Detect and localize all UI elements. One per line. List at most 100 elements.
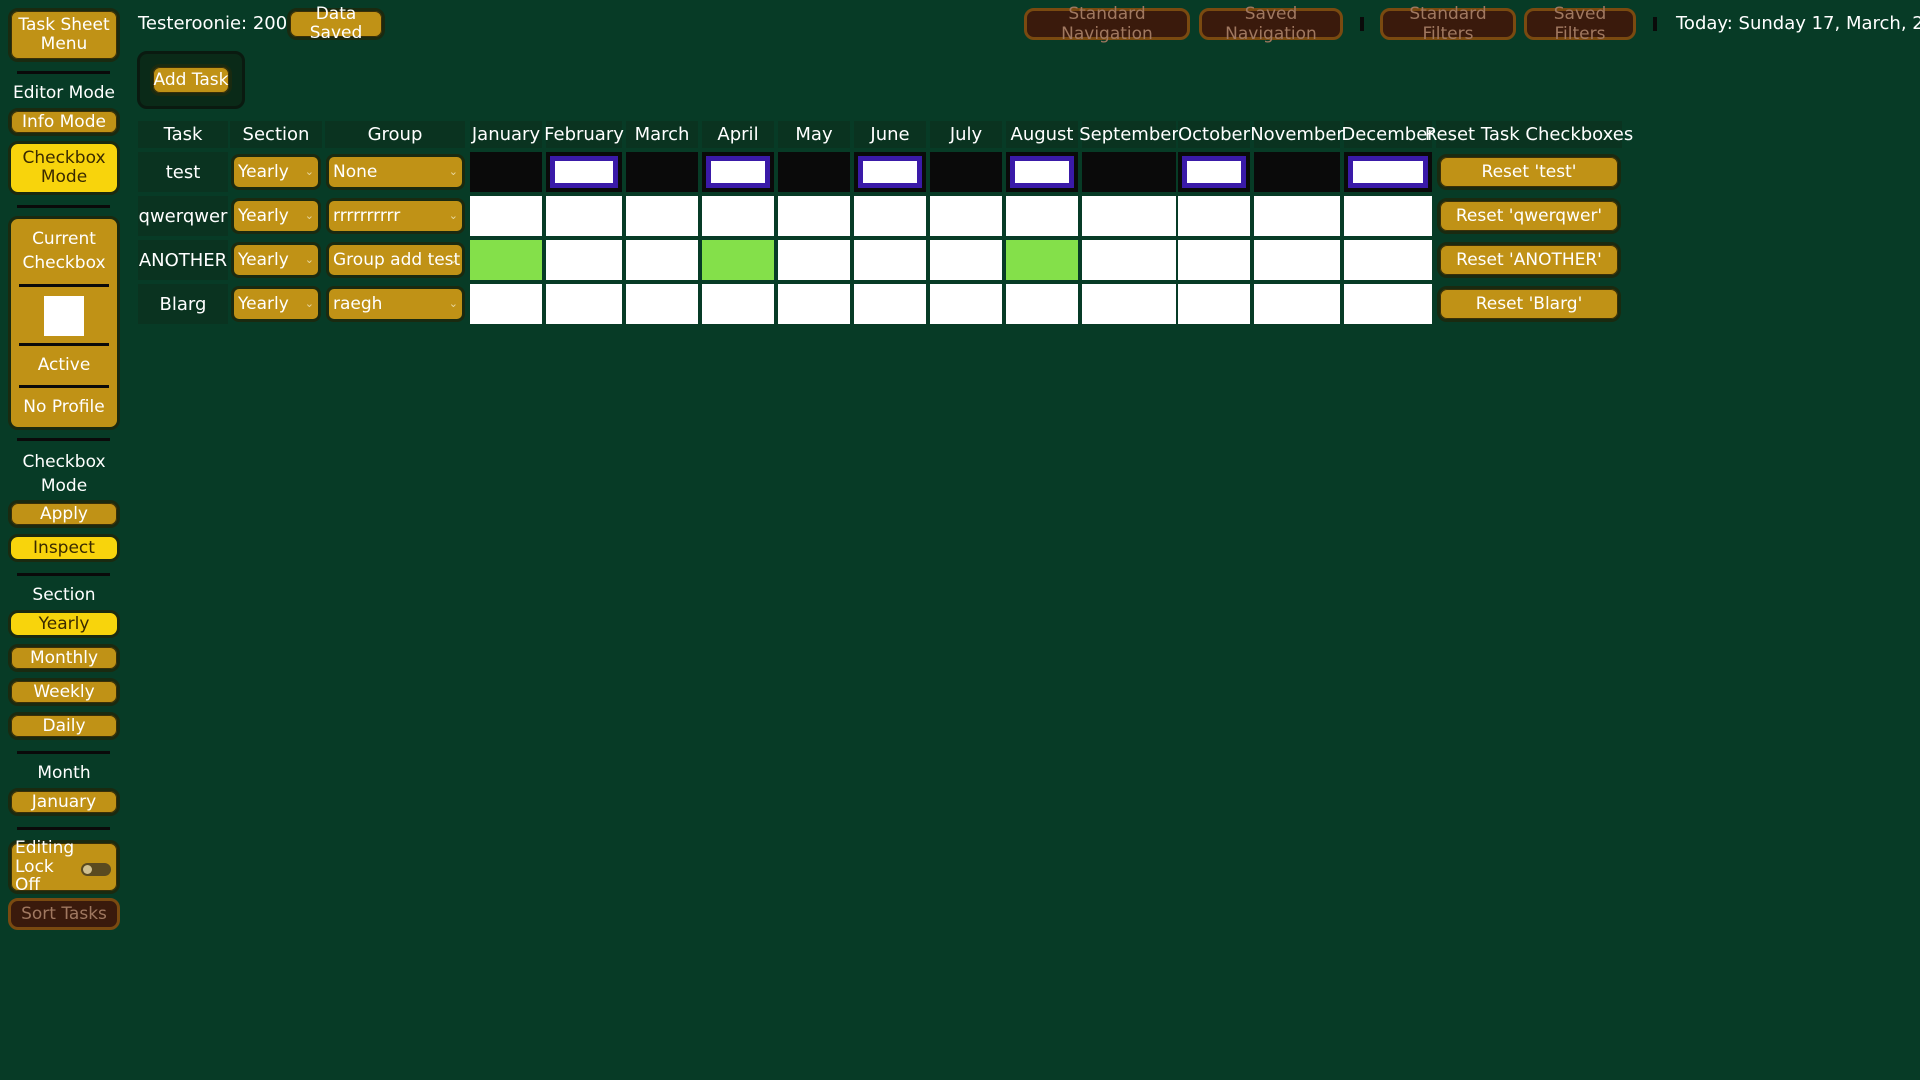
group-select[interactable]: rrrrrrrrrr ⌄ — [326, 198, 465, 234]
month-checkbox-cell[interactable] — [1344, 152, 1432, 192]
group-select-value: raegh — [333, 294, 383, 314]
user-label: Testeroonie: 2000 — [138, 13, 299, 34]
reset-task-button[interactable]: Reset 'qwerqwer' — [1437, 198, 1621, 234]
task-sheet-menu-button[interactable]: Task Sheet Menu — [8, 8, 120, 62]
month-checkbox-cell[interactable] — [1006, 240, 1078, 280]
inspect-button[interactable]: Inspect — [8, 534, 120, 562]
section-select[interactable]: Yearly ⌄ — [231, 198, 321, 234]
month-checkbox-cell[interactable] — [778, 196, 850, 236]
section-yearly-button[interactable]: Yearly — [8, 610, 120, 638]
group-select[interactable]: Group add test ⌄ — [326, 242, 465, 278]
month-checkbox-cell[interactable] — [1178, 284, 1250, 324]
saved-filters-button[interactable]: Saved Filters — [1524, 4, 1636, 44]
reset-task-button[interactable]: Reset 'Blarg' — [1437, 286, 1621, 322]
column-header: May — [778, 121, 850, 148]
group-select[interactable]: None ⌄ — [326, 154, 465, 190]
standard-navigation-button[interactable]: Standard Navigation — [1024, 4, 1190, 44]
reset-task-label: Reset 'test' — [1481, 161, 1577, 182]
month-checkbox-cell[interactable] — [702, 284, 774, 324]
toggle-switch-icon — [81, 863, 111, 876]
apply-label: Apply — [40, 503, 88, 524]
month-checkbox-cell[interactable] — [470, 284, 542, 324]
column-header: August — [1006, 121, 1078, 148]
sort-tasks-label: Sort Tasks — [21, 904, 107, 924]
month-checkbox-cell[interactable] — [930, 284, 1002, 324]
section-select[interactable]: Yearly ⌄ — [231, 286, 321, 322]
section-select-value: Yearly — [238, 162, 289, 182]
month-checkbox-cell[interactable] — [1178, 152, 1250, 192]
column-header: March — [626, 121, 698, 148]
month-checkbox-cell[interactable] — [1344, 196, 1432, 236]
section-daily-button[interactable]: Daily — [8, 712, 120, 740]
month-checkbox-cell[interactable] — [702, 196, 774, 236]
data-saved-button[interactable]: Data Saved — [287, 5, 385, 42]
month-checkbox-cell[interactable] — [930, 240, 1002, 280]
month-checkbox-cell[interactable] — [1082, 284, 1176, 324]
month-checkbox-cell[interactable] — [854, 284, 926, 324]
standard-filters-button[interactable]: Standard Filters — [1380, 4, 1516, 44]
checkbox-mode-button[interactable]: Checkbox Mode — [8, 141, 120, 195]
month-checkbox-cell[interactable] — [626, 152, 698, 192]
month-checkbox-cell[interactable] — [1254, 284, 1340, 324]
month-select-button[interactable]: January — [8, 788, 120, 816]
section-select[interactable]: Yearly ⌄ — [231, 154, 321, 190]
month-checkbox-cell[interactable] — [1254, 240, 1340, 280]
reset-task-button[interactable]: Reset 'test' — [1437, 154, 1621, 190]
month-checkbox-cell[interactable] — [854, 240, 926, 280]
month-checkbox-cell[interactable] — [854, 196, 926, 236]
month-checkbox-cell[interactable] — [854, 152, 926, 192]
editing-lock-toggle[interactable]: Editing Lock Off — [8, 839, 120, 895]
month-checkbox-cell[interactable] — [778, 284, 850, 324]
section-weekly-button[interactable]: Weekly — [8, 678, 120, 706]
month-checkbox-cell[interactable] — [470, 152, 542, 192]
month-checkbox-cell[interactable] — [1006, 196, 1078, 236]
month-checkbox-cell[interactable] — [702, 152, 774, 192]
toolbar-divider — [1653, 17, 1657, 31]
month-checkbox-cell[interactable] — [626, 284, 698, 324]
sort-tasks-button[interactable]: Sort Tasks — [8, 898, 120, 930]
saved-navigation-button[interactable]: Saved Navigation — [1199, 4, 1343, 44]
section-select-value: Yearly — [238, 206, 289, 226]
month-checkbox-cell[interactable] — [546, 196, 622, 236]
month-checkbox-cell[interactable] — [470, 196, 542, 236]
month-checkbox-cell[interactable] — [1344, 284, 1432, 324]
month-checkbox-cell[interactable] — [546, 284, 622, 324]
current-checkbox-label: Current Checkbox — [22, 229, 106, 273]
section-monthly-button[interactable]: Monthly — [8, 644, 120, 672]
panel-divider — [19, 385, 109, 388]
month-checkbox-cell[interactable] — [778, 152, 850, 192]
task-name-cell: ANOTHER — [138, 240, 228, 280]
section-select[interactable]: Yearly ⌄ — [231, 242, 321, 278]
month-checkbox-cell[interactable] — [778, 240, 850, 280]
month-checkbox-cell[interactable] — [1178, 240, 1250, 280]
chevron-down-icon: ⌄ — [448, 209, 458, 222]
apply-button[interactable]: Apply — [8, 500, 120, 528]
month-checkbox-cell[interactable] — [626, 196, 698, 236]
month-checkbox-cell[interactable] — [1082, 196, 1176, 236]
month-checkbox-cell[interactable] — [470, 240, 542, 280]
reset-task-button[interactable]: Reset 'ANOTHER' — [1437, 242, 1621, 278]
month-checkbox-cell[interactable] — [546, 152, 622, 192]
month-checkbox-cell[interactable] — [546, 240, 622, 280]
group-select[interactable]: raegh ⌄ — [326, 286, 465, 322]
month-checkbox-cell[interactable] — [1254, 196, 1340, 236]
month-checkbox-cell[interactable] — [930, 152, 1002, 192]
checkbox-mode-section-label: Checkbox Mode — [22, 452, 106, 496]
month-checkbox-cell[interactable] — [1254, 152, 1340, 192]
month-checkbox-cell[interactable] — [1344, 240, 1432, 280]
month-checkbox-cell[interactable] — [1006, 152, 1078, 192]
section-monthly-label: Monthly — [29, 647, 99, 668]
column-header: November — [1250, 121, 1344, 148]
month-checkbox-cell[interactable] — [930, 196, 1002, 236]
add-task-button[interactable]: Add Task — [150, 64, 232, 96]
info-mode-label: Info Mode — [22, 111, 106, 132]
month-checkbox-cell[interactable] — [1082, 152, 1176, 192]
chevron-down-icon: ⌄ — [448, 165, 458, 178]
info-mode-button[interactable]: Info Mode — [8, 108, 120, 136]
month-checkbox-cell[interactable] — [1006, 284, 1078, 324]
month-checkbox-cell[interactable] — [702, 240, 774, 280]
editor-mode-label: Editor Mode — [12, 83, 116, 103]
month-checkbox-cell[interactable] — [1082, 240, 1176, 280]
month-checkbox-cell[interactable] — [626, 240, 698, 280]
month-checkbox-cell[interactable] — [1178, 196, 1250, 236]
